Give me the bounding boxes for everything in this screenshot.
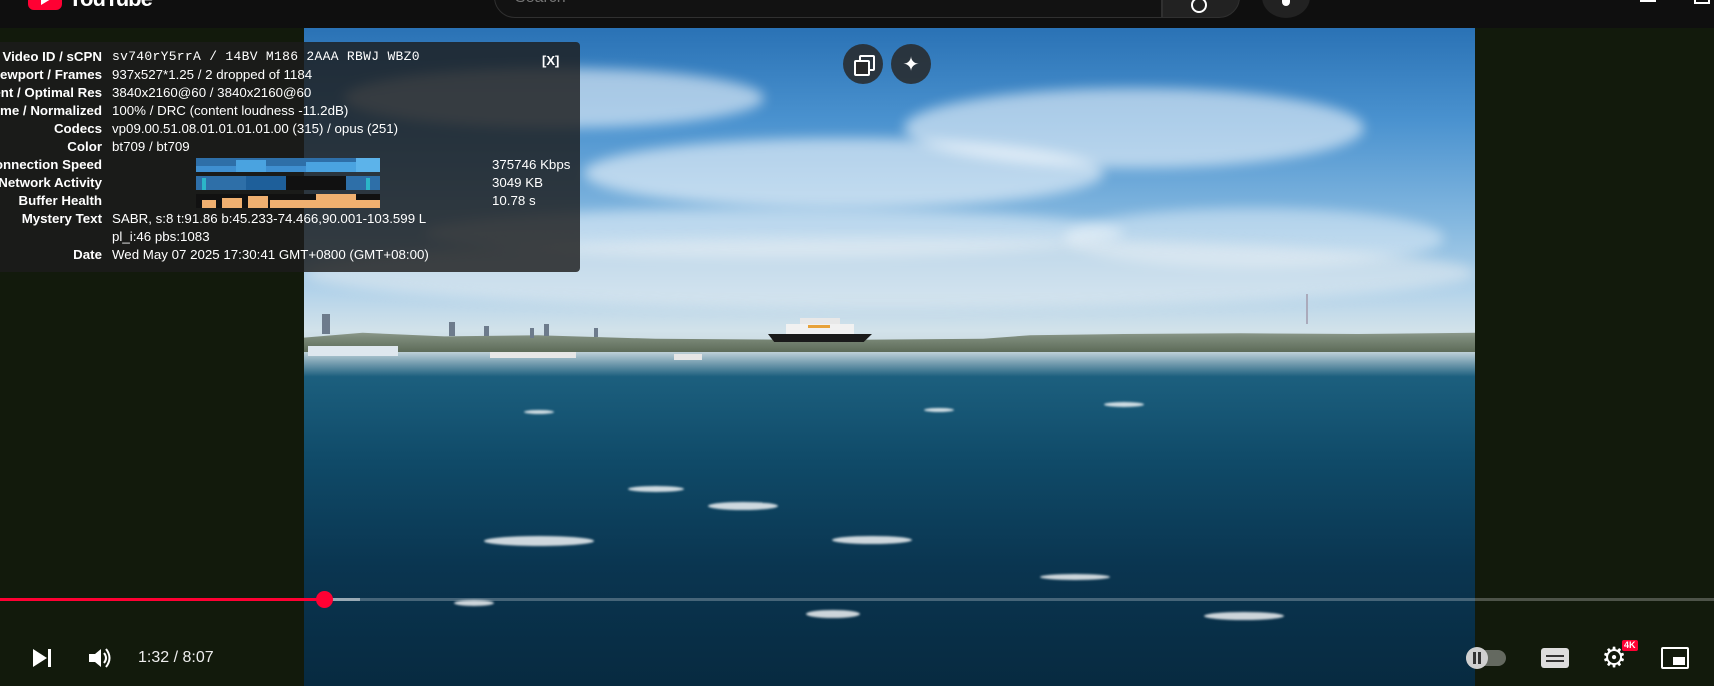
stat-value: 100% / DRC (content loudness -11.2dB) bbox=[112, 103, 349, 118]
search-button[interactable] bbox=[1162, 0, 1240, 18]
stat-row: Network Activity 3049 KB bbox=[0, 174, 580, 192]
stat-label: Date bbox=[73, 247, 102, 262]
volume-button[interactable] bbox=[84, 638, 116, 678]
next-button[interactable] bbox=[26, 638, 58, 678]
stat-value: 3840x2160@60 / 3840x2160@60 bbox=[112, 85, 312, 100]
voice-search-button[interactable] bbox=[1262, 0, 1310, 18]
microphone-icon bbox=[1282, 0, 1290, 6]
stat-value: 375746 Kbps bbox=[492, 157, 571, 172]
buffer-health-graph bbox=[196, 194, 380, 208]
autoplay-toggle[interactable] bbox=[1464, 638, 1508, 678]
youtube-logo[interactable]: YouTube bbox=[28, 0, 153, 12]
stat-row: Codecs vp09.00.51.08.01.01.01.01.00 (315… bbox=[0, 120, 580, 138]
miniplayer-icon bbox=[1661, 647, 1689, 669]
stat-value: 10.78 s bbox=[492, 193, 536, 208]
stat-label: Mystery Text bbox=[21, 211, 102, 226]
progress-played bbox=[0, 598, 324, 601]
quality-badge: 4K bbox=[1622, 640, 1638, 651]
ferry bbox=[768, 318, 872, 344]
stat-row: Current / Optimal Res 3840x2160@60 / 384… bbox=[0, 84, 580, 102]
stat-value: 937x527*1.25 / 2 dropped of 1184 bbox=[112, 67, 313, 82]
ask-ai-button[interactable]: ✦ bbox=[891, 44, 931, 84]
subtitles-button[interactable] bbox=[1538, 638, 1572, 678]
notifications-icon[interactable] bbox=[1694, 0, 1710, 4]
stat-row: pl_i:46 pbs:1083 bbox=[0, 228, 580, 246]
play-next-icon bbox=[33, 649, 51, 667]
stat-row: Buffer Health 10.78 s bbox=[0, 192, 580, 210]
connection-speed-graph bbox=[196, 158, 380, 172]
copy-link-button[interactable] bbox=[843, 44, 883, 84]
logo-text: YouTube bbox=[68, 0, 153, 12]
stat-label: Codecs bbox=[53, 121, 102, 136]
stat-value: vp09.00.51.08.01.01.01.01.00 (315) / opu… bbox=[112, 121, 399, 136]
stat-label: Network Activity bbox=[0, 175, 102, 190]
stats-for-nerds-panel: [X] Video ID / sCPN sv740rY5rrA / 14BV M… bbox=[0, 42, 580, 272]
stat-label: Volume / Normalized bbox=[0, 103, 102, 118]
search-input[interactable] bbox=[513, 0, 1113, 11]
youtube-play-icon bbox=[28, 0, 62, 10]
subtitles-icon bbox=[1541, 648, 1569, 668]
sparkle-icon: ✦ bbox=[902, 53, 920, 76]
stat-value: bt709 / bt709 bbox=[112, 139, 190, 154]
shoreline bbox=[304, 332, 1475, 352]
stat-row: Mystery Text SABR, s:8 t:91.86 b:45.233-… bbox=[0, 210, 580, 228]
time-display: 1:32 / 8:07 bbox=[138, 649, 214, 666]
network-activity-graph bbox=[196, 176, 380, 190]
stat-label: Buffer Health bbox=[18, 193, 102, 208]
stat-label: Color bbox=[67, 139, 102, 154]
progress-bar[interactable] bbox=[0, 598, 1714, 601]
stat-label: Viewport / Frames bbox=[0, 67, 102, 82]
stat-label: Video ID / sCPN bbox=[2, 49, 102, 64]
masthead: YouTube bbox=[0, 0, 1714, 28]
search-box[interactable] bbox=[494, 0, 1162, 18]
stat-row: Video ID / sCPN sv740rY5rrA / 14BV M186 … bbox=[0, 48, 580, 66]
stat-value: Wed May 07 2025 17:30:41 GMT+0800 (GMT+0… bbox=[112, 247, 429, 262]
create-icon[interactable] bbox=[1640, 0, 1656, 2]
stat-row: Date Wed May 07 2025 17:30:41 GMT+0800 (… bbox=[0, 246, 580, 264]
stat-row: Volume / Normalized 100% / DRC (content … bbox=[0, 102, 580, 120]
stat-label: Connection Speed bbox=[0, 157, 102, 172]
stat-value: 3049 KB bbox=[492, 175, 544, 190]
stat-value: sv740rY5rrA / 14BV M186 2AAA RBWJ WBZ0 bbox=[112, 49, 420, 64]
stat-row: Viewport / Frames 937x527*1.25 / 2 dropp… bbox=[0, 66, 580, 84]
video-player[interactable]: ✦ [X] Video ID / sCPN sv740rY5rrA / 14BV… bbox=[0, 28, 1714, 686]
stat-value-continued: pl_i:46 pbs:1083 bbox=[112, 229, 210, 244]
copy-link-icon bbox=[854, 55, 875, 76]
stat-label: Current / Optimal Res bbox=[0, 85, 102, 100]
stat-row: Color bt709 / bt709 bbox=[0, 138, 580, 156]
progress-scrubber[interactable] bbox=[315, 591, 333, 608]
stat-value: SABR, s:8 t:91.86 b:45.233-74.466,90.001… bbox=[112, 211, 427, 226]
search-icon bbox=[1191, 0, 1207, 13]
autoplay-toggle-icon bbox=[1466, 647, 1506, 669]
stat-row: Connection Speed 375746 Kbps bbox=[0, 156, 580, 174]
miniplayer-button[interactable] bbox=[1658, 638, 1692, 678]
volume-icon bbox=[89, 648, 111, 668]
